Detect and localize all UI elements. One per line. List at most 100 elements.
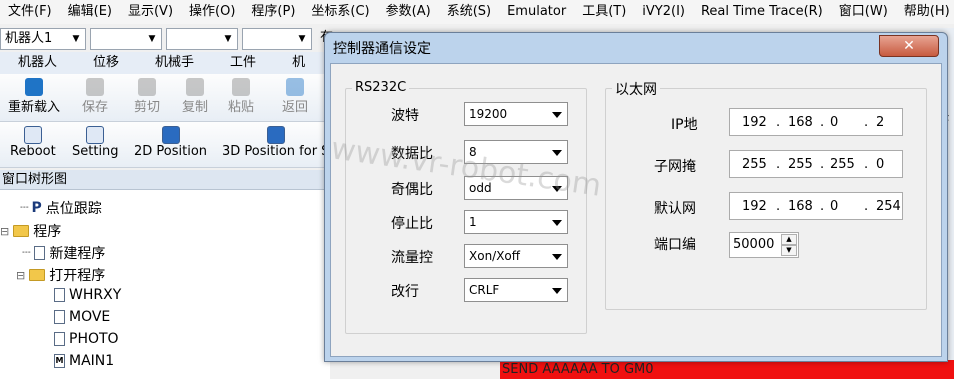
save-icon	[86, 78, 104, 96]
edit-toolbar: 重新载入 保存 剪切 复制 粘贴 返回	[0, 74, 330, 122]
chevron-down-icon	[552, 254, 562, 260]
2d-position-button[interactable]: 2D Position	[134, 126, 207, 159]
tree-item-main1[interactable]: M MAIN1	[54, 353, 114, 369]
menu-item[interactable]: 文件(F)	[0, 0, 60, 24]
subnet-mask-field[interactable]: 255 255 255 0...	[729, 150, 903, 178]
rs232c-select[interactable]: 1	[464, 210, 568, 234]
menu-item[interactable]: 坐标系(C)	[303, 0, 377, 24]
port-spinner[interactable]: 50000 ▲ ▼	[729, 232, 799, 258]
port-label: 端口编	[654, 237, 696, 253]
subnet-mask-label: 子网掩	[654, 159, 696, 175]
rs232c-field-label: 改行	[391, 284, 419, 300]
ip-octet: 192	[742, 115, 767, 130]
toolbar-button-label: Reboot	[10, 144, 56, 159]
tree-item-program[interactable]: ⊟ 程序	[0, 221, 61, 241]
cut-button[interactable]: 剪切	[134, 78, 160, 115]
ip-octet: 192	[742, 199, 767, 214]
rs232c-select-value: Xon/Xoff	[469, 249, 521, 263]
highlighted-code-line: SEND AAAAAA TO GM0	[500, 360, 954, 379]
robot-select[interactable]: 机器人1 ▼	[0, 28, 86, 50]
menu-item[interactable]: 窗口(W)	[831, 0, 896, 24]
menu-item[interactable]: 程序(P)	[243, 0, 303, 24]
menu-item[interactable]: Emulator	[499, 0, 574, 24]
select-2[interactable]: ▼	[90, 28, 162, 50]
rs232c-select[interactable]: 19200	[464, 102, 568, 126]
tree-item-trace[interactable]: ┄ P 点位跟踪	[20, 198, 102, 218]
ip-octet: 0	[830, 199, 839, 214]
port-value: 50000	[733, 237, 775, 252]
ribbon-tab[interactable]: 位移	[75, 52, 137, 74]
ip-octet: 0	[876, 157, 885, 172]
toolbar-button-label: 返回	[282, 100, 309, 115]
setting-button[interactable]: Setting	[72, 126, 119, 159]
cut-icon	[138, 78, 156, 96]
ip-octet: 2	[876, 115, 885, 130]
toolbar-button-label: 粘贴	[228, 100, 255, 115]
tree-view-header: 窗口树形图	[0, 170, 330, 190]
menu-item[interactable]: 系统(S)	[439, 0, 499, 24]
menu-item[interactable]: Real Time Trace(R)	[693, 0, 831, 24]
tree-item-whrxy[interactable]: WHRXY	[54, 287, 121, 303]
toolbar-button-label: 2D Position	[134, 144, 208, 159]
dialog-body: RS232C 以太网 IP地 192 168 0 2... 子网掩 255 255 255…	[330, 63, 942, 357]
toolbar-button-label: Setting	[72, 144, 119, 159]
folder-open-icon	[13, 225, 30, 237]
undo-button[interactable]: 返回	[282, 78, 308, 115]
robot-select-value: 机器人1	[5, 31, 53, 46]
ribbon-tab[interactable]: 机械手	[137, 52, 212, 74]
menu-item[interactable]: 参数(A)	[378, 0, 439, 24]
chevron-down-icon: ▼	[224, 34, 232, 44]
3d-position-for-s-button[interactable]: 3D Position for S	[222, 126, 329, 159]
menu-item[interactable]: 显示(V)	[120, 0, 181, 24]
rs232c-field-label: 停止比	[391, 216, 433, 232]
tree-item-label: 打开程序	[49, 268, 106, 284]
gateway-field[interactable]: 192 168 0 254...	[729, 192, 903, 220]
tree-item-label: MAIN1	[69, 353, 115, 369]
document-icon	[54, 310, 65, 324]
menu-item[interactable]: 编辑(E)	[60, 0, 120, 24]
folder-open-icon	[29, 269, 46, 281]
octet-separator: .	[820, 115, 825, 130]
octet-separator: .	[864, 199, 869, 214]
chevron-down-icon	[552, 150, 562, 156]
menu-item[interactable]: 帮助(H)	[896, 0, 954, 24]
main-program-icon: M	[54, 354, 65, 368]
ribbon-tab[interactable]: 机器人	[0, 52, 75, 74]
tree-item-label: 新建程序	[49, 246, 106, 262]
pos-icon	[266, 126, 285, 144]
select-3[interactable]: ▼	[166, 28, 238, 50]
menu-item[interactable]: 工具(T)	[574, 0, 634, 24]
spin-down-icon[interactable]: ▼	[781, 245, 797, 256]
reboot-button[interactable]: Reboot	[10, 126, 56, 159]
spin-up-icon[interactable]: ▲	[781, 234, 797, 245]
select-4[interactable]: ▼	[242, 28, 312, 50]
collapse-icon[interactable]: ⊟	[16, 269, 25, 282]
ip-address-field[interactable]: 192 168 0 2...	[729, 108, 903, 136]
ribbon-tab[interactable]: 机	[274, 52, 323, 74]
tree-item-new-program[interactable]: ┄ 新建程序	[22, 243, 105, 263]
ribbon-tab[interactable]: 工件	[212, 52, 274, 74]
ip-label: IP地	[671, 117, 698, 133]
collapse-icon[interactable]: ⊟	[0, 225, 9, 238]
tree-item-open-program[interactable]: ⊟ 打开程序	[16, 265, 105, 285]
rs232c-select-value: 19200	[469, 107, 508, 121]
rs232c-select-value: CRLF	[469, 283, 500, 297]
selector-row: 机器人1 ▼ ▼ ▼ ▼ 有	[0, 28, 336, 52]
menu-item[interactable]: 操作(O)	[181, 0, 243, 24]
menu-bar: 文件(F) 编辑(E) 显示(V) 操作(O) 程序(P) 坐标系(C) 参数(A) 系统(S…	[0, 0, 954, 24]
save-button[interactable]: 保存	[82, 78, 108, 115]
paste-button[interactable]: 粘贴	[228, 78, 254, 115]
tree-item-photo[interactable]: PHOTO	[54, 331, 119, 347]
copy-button[interactable]: 复制	[182, 78, 208, 115]
ip-octet: 255	[788, 157, 813, 172]
undo-icon	[286, 78, 304, 96]
tree-item-move[interactable]: MOVE	[54, 309, 110, 325]
chevron-down-icon	[552, 220, 562, 226]
toolbar-button-label: 3D Position for S	[222, 144, 330, 159]
rs232c-select[interactable]: CRLF	[464, 278, 568, 302]
menu-item[interactable]: iVY2(I)	[634, 0, 693, 24]
refresh-button[interactable]: 重新载入	[8, 78, 60, 115]
tree-item-label: WHRXY	[69, 287, 122, 303]
close-button[interactable]: ✕	[879, 35, 939, 57]
rs232c-select[interactable]: Xon/Xoff	[464, 244, 568, 268]
